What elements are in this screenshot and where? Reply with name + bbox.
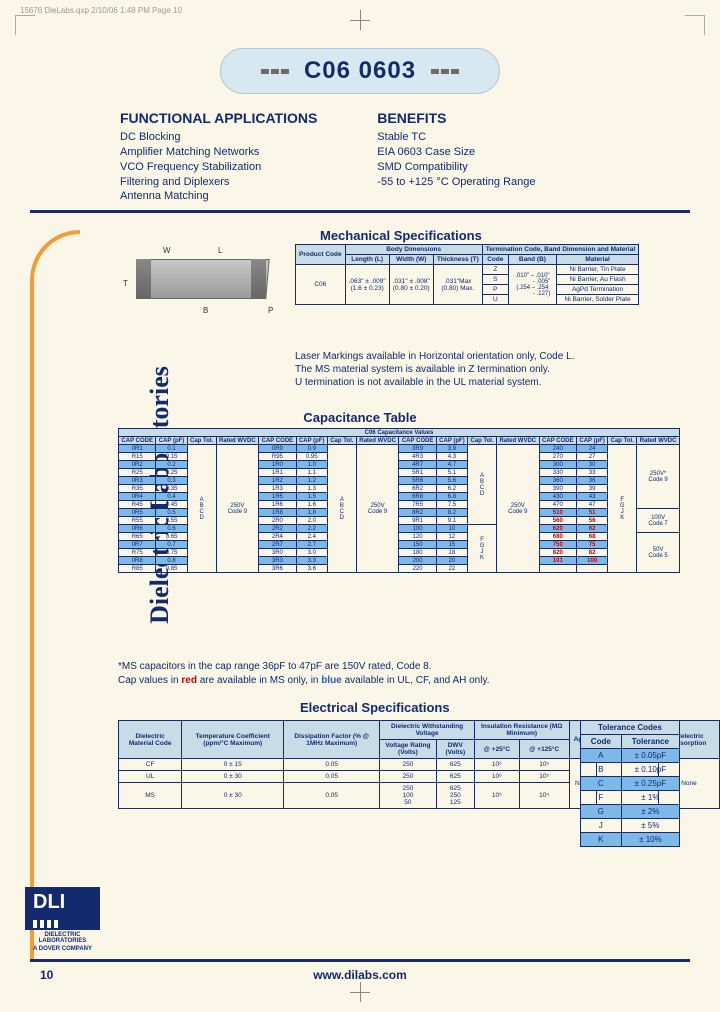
page: 15676 DieLabs.qxp 2/10/06 1:48 PM Page 1… [0, 0, 720, 1012]
functional-apps: FUNCTIONAL APPLICATIONS DC Blocking Ampl… [120, 110, 317, 204]
item: EIA 0603 Case Size [377, 145, 535, 160]
elec-heading: Electrical Specifications [300, 700, 450, 715]
orange-border [30, 230, 80, 962]
registration-mark [350, 10, 370, 30]
tolerance-table: Tolerance Codes CodeTolerance A± 0.05pF … [580, 720, 680, 847]
capacitance-table: C06 Capacitance ValuesCAP CODECAP (pF)Ca… [118, 428, 680, 573]
item: Antenna Matching [120, 189, 317, 204]
title-badge: C06 0603 [220, 48, 500, 94]
crop-header: 15676 DieLabs.qxp 2/10/06 1:48 PM Page 1… [20, 6, 182, 15]
item: VCO Frequency Stabilization [120, 160, 317, 175]
divider [30, 210, 690, 213]
footer-url: www.dilabs.com [313, 968, 407, 982]
cap-notes: *MS capacitors in the cap range 36pF to … [118, 660, 490, 688]
capacitor-diagram: W L T B P [118, 244, 288, 324]
item: Filtering and Diplexers [120, 175, 317, 190]
item: Amplifier Matching Networks [120, 145, 317, 160]
mechanical-table: Product CodeBody DimensionsTermination C… [295, 244, 639, 305]
page-title: C06 0603 [304, 57, 416, 85]
intro-columns: FUNCTIONAL APPLICATIONS DC Blocking Ampl… [120, 110, 660, 204]
mech-notes: Laser Markings available in Horizontal o… [295, 350, 680, 389]
cap-heading: Capacitance Table [303, 410, 416, 425]
item: -55 to +125 °C Operating Range [377, 175, 535, 190]
benefits: BENEFITS Stable TC EIA 0603 Case Size SM… [377, 110, 535, 204]
crop-mark [15, 15, 35, 35]
dli-logo: DLI DIELECTRIC LABORATORIES A DOVER COMP… [25, 887, 100, 952]
chip-icon [431, 69, 459, 74]
chip-icon [261, 69, 289, 74]
page-number: 10 [40, 968, 53, 982]
heading: FUNCTIONAL APPLICATIONS [120, 110, 317, 126]
mech-heading: Mechanical Specifications [320, 228, 482, 243]
item: SMD Compatibility [377, 160, 535, 175]
heading: BENEFITS [377, 110, 535, 126]
registration-mark [350, 982, 370, 1002]
item: Stable TC [377, 130, 535, 145]
crop-mark [685, 15, 705, 35]
item: DC Blocking [120, 130, 317, 145]
footer-rule [30, 959, 690, 962]
